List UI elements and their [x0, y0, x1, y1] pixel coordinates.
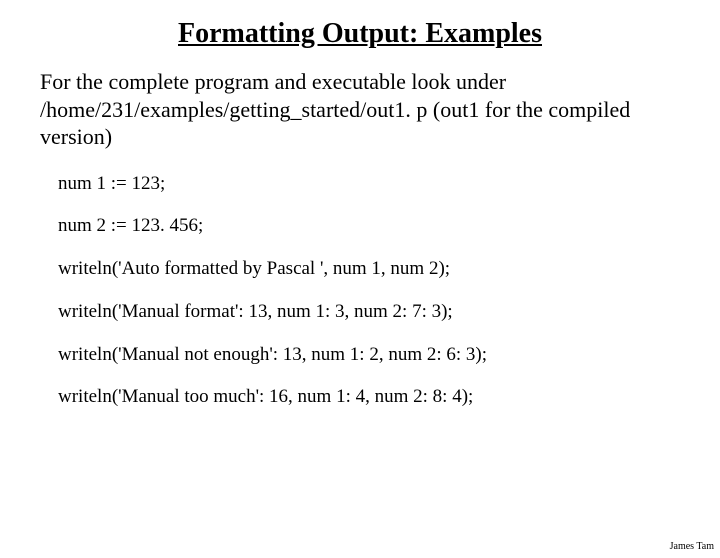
code-block: num 1 := 123; num 2 := 123. 456; writeln…: [58, 173, 680, 410]
code-line-4: writeln('Manual format': 13, num 1: 3, n…: [58, 301, 680, 324]
code-line-3: writeln('Auto formatted by Pascal ', num…: [58, 258, 680, 281]
code-line-6: writeln('Manual too much': 16, num 1: 4,…: [58, 386, 680, 409]
slide: Formatting Output: Examples For the comp…: [0, 18, 720, 558]
intro-paragraph: For the complete program and executable …: [40, 68, 680, 151]
slide-title: Formatting Output: Examples: [0, 18, 720, 50]
code-line-1: num 1 := 123;: [58, 173, 680, 196]
code-line-2: num 2 := 123. 456;: [58, 215, 680, 238]
code-line-5: writeln('Manual not enough': 13, num 1: …: [58, 344, 680, 367]
footer-author: James Tam: [670, 541, 714, 552]
